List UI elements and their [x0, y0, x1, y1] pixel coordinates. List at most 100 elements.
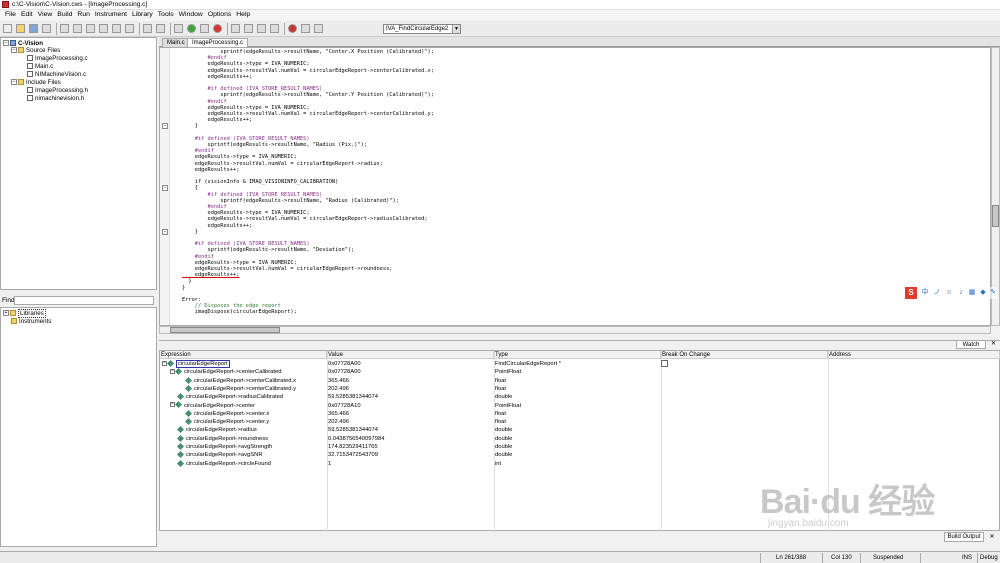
watch-row[interactable]: circularEdgeReport->centerCalibrated.x 36…: [160, 376, 999, 385]
menu-item[interactable]: Build: [57, 11, 72, 18]
column-address[interactable]: Address: [828, 351, 1000, 359]
watch-row[interactable]: circularEdgeReport->center.y 202.496 float: [160, 418, 999, 426]
close-icon[interactable]: ✕: [990, 341, 997, 348]
watch-row[interactable]: circularEdgeReport->radius 59.52853813440…: [160, 426, 999, 434]
function-icon[interactable]: [314, 24, 323, 33]
tab-main[interactable]: Main.c: [162, 38, 190, 47]
code-editor[interactable]: − − − sprintf(edgeResults->resultName, "Ce…: [159, 47, 991, 326]
watch-value[interactable]: 0x07728A00: [328, 360, 361, 368]
watch-row[interactable]: circularEdgeReport->avgSNR 32.71534725437…: [160, 451, 999, 459]
tree-source-folder[interactable]: − Source Files: [11, 47, 60, 54]
menu-item[interactable]: Edit: [21, 11, 33, 18]
tree-instruments[interactable]: Instruments: [11, 318, 51, 325]
tree-file[interactable]: nimachinevision.h: [27, 95, 84, 102]
chevron-down-icon[interactable]: ▼: [452, 25, 460, 33]
find-input[interactable]: [14, 296, 154, 305]
undo-icon[interactable]: [99, 24, 108, 33]
save-icon[interactable]: [29, 24, 38, 33]
breakpoint-icon[interactable]: [288, 24, 297, 33]
editor-vertical-scrollbar[interactable]: [991, 47, 1000, 326]
collapse-icon[interactable]: −: [11, 79, 17, 86]
tree-file[interactable]: ImageProcessing.h: [27, 87, 88, 94]
redo-icon[interactable]: [112, 24, 121, 33]
column-expression[interactable]: Expression: [160, 351, 327, 359]
menu-item[interactable]: Window: [179, 11, 203, 18]
step-over-icon[interactable]: [244, 24, 253, 33]
watch-row[interactable]: − circularEdgeReport->centerCalibrated 0x0…: [160, 368, 999, 376]
tab-imageprocessing[interactable]: ImageProcessing.c: [187, 38, 249, 47]
column-value[interactable]: Value: [327, 351, 494, 359]
menu-item[interactable]: File: [5, 11, 16, 18]
build-icon[interactable]: [174, 24, 183, 33]
find-icon[interactable]: [125, 24, 134, 33]
watch-row[interactable]: circularEdgeReport->circleFound 1 int: [160, 459, 999, 468]
cut-icon[interactable]: [60, 24, 69, 33]
back-icon[interactable]: [143, 24, 152, 33]
watch-icon[interactable]: [301, 24, 310, 33]
menu-item[interactable]: Library: [132, 11, 153, 18]
watch-value[interactable]: 365.466: [328, 410, 349, 418]
paste-icon[interactable]: [86, 24, 95, 33]
pause-icon[interactable]: [200, 24, 209, 33]
fold-icon[interactable]: −: [162, 185, 168, 192]
tab-watch[interactable]: Watch: [956, 340, 986, 349]
column-type[interactable]: Type: [494, 351, 661, 359]
watch-value[interactable]: 174.823529411765: [328, 443, 378, 451]
watch-value[interactable]: 365.466: [328, 377, 349, 385]
open-folder-icon[interactable]: [16, 24, 25, 33]
watch-row[interactable]: circularEdgeReport->avgStrength 174.82352…: [160, 442, 999, 451]
watch-value[interactable]: 0.0438756540097984: [328, 435, 384, 443]
step-out-icon[interactable]: [257, 24, 266, 33]
watch-value[interactable]: 202.496: [328, 385, 349, 393]
ime-chinese-icon[interactable]: 中: [921, 289, 929, 297]
stop-icon[interactable]: [213, 24, 222, 33]
watch-value[interactable]: 0x07728A10: [328, 402, 361, 410]
ime-skin-icon[interactable]: ◆: [979, 289, 987, 297]
new-file-icon[interactable]: [3, 24, 12, 33]
expand-icon[interactable]: +: [3, 310, 9, 317]
watch-row[interactable]: − circularEdgeReport 0x07728A00 FindCircula…: [160, 359, 999, 368]
editor-horizontal-scrollbar[interactable]: [159, 326, 991, 334]
run-icon[interactable]: [187, 24, 196, 33]
tree-project[interactable]: − C-Vision: [3, 40, 43, 47]
menu-item[interactable]: Help: [236, 11, 250, 18]
continue-icon[interactable]: [270, 24, 279, 33]
print-icon[interactable]: [42, 24, 51, 33]
watch-row[interactable]: circularEdgeReport->center.x 365.466 float: [160, 409, 999, 418]
step-into-icon[interactable]: [231, 24, 240, 33]
watch-row[interactable]: circularEdgeReport->roundness 0.043875654…: [160, 434, 999, 443]
watch-value[interactable]: 1: [328, 460, 331, 468]
collapse-icon[interactable]: −: [3, 40, 9, 47]
collapse-icon[interactable]: −: [11, 47, 17, 54]
ime-keyboard-icon[interactable]: ▦: [968, 289, 976, 297]
tree-file[interactable]: ImageProcessing.c: [27, 55, 88, 62]
ime-emoji-icon[interactable]: ☺: [945, 289, 953, 297]
tree-include-folder[interactable]: − Include Files: [11, 79, 61, 86]
watch-row[interactable]: − circularEdgeReport->center 0x07728A10 Poi…: [160, 401, 999, 410]
fold-icon[interactable]: −: [162, 123, 168, 130]
tree-file[interactable]: Main.c: [27, 63, 53, 70]
menu-item[interactable]: View: [38, 11, 53, 18]
menu-item[interactable]: Instrument: [95, 11, 127, 18]
watch-value[interactable]: 202.496: [328, 418, 349, 426]
editor-vertical-scroll-thumb[interactable]: [992, 205, 999, 227]
sogou-ime-icon[interactable]: S: [905, 287, 917, 299]
menu-item[interactable]: Tools: [158, 11, 174, 18]
watch-value[interactable]: 59.5285381344074: [328, 393, 378, 401]
tree-file[interactable]: NIMachineVision.c: [27, 71, 86, 78]
watch-row[interactable]: circularEdgeReport->radiusCalibrated 59.5…: [160, 393, 999, 401]
forward-icon[interactable]: [156, 24, 165, 33]
ime-punctuation-icon[interactable]: ノ: [933, 289, 941, 297]
function-select[interactable]: IVA_FindCircularEdge2 ▼: [383, 24, 461, 34]
watch-value[interactable]: 32.7153472543709: [328, 451, 378, 459]
ime-voice-icon[interactable]: ♪: [957, 289, 965, 297]
menu-item[interactable]: Run: [77, 11, 89, 18]
editor-horizontal-scroll-thumb[interactable]: [170, 327, 280, 333]
watch-value[interactable]: 0x07728A00: [328, 368, 361, 376]
tree-libraries[interactable]: + Libraries: [3, 309, 46, 318]
column-break-on-change[interactable]: Break On Change: [661, 351, 828, 359]
copy-icon[interactable]: [73, 24, 82, 33]
fold-icon[interactable]: −: [162, 228, 168, 235]
watch-row[interactable]: circularEdgeReport->centerCalibrated.y 20…: [160, 384, 999, 393]
watch-value[interactable]: 59.5285381344074: [328, 426, 378, 434]
